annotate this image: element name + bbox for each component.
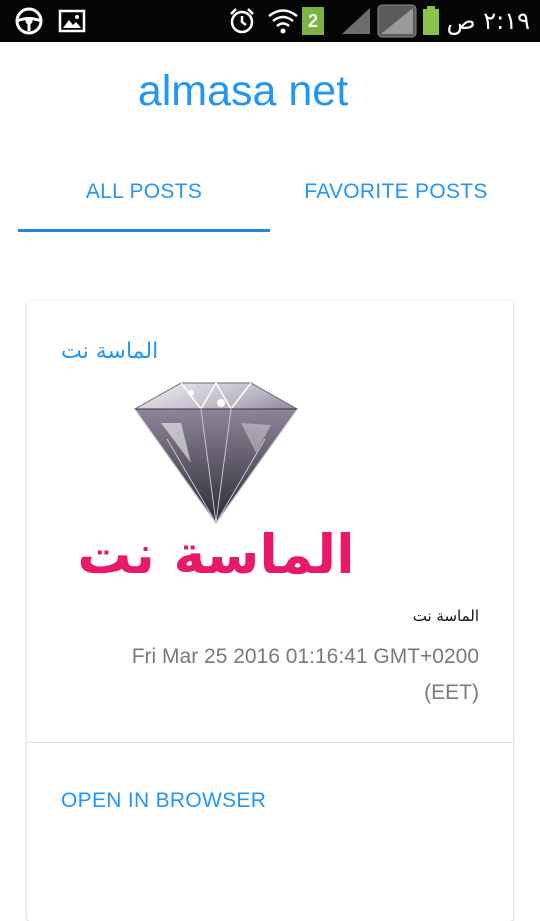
card-divider — [27, 742, 513, 743]
image-icon — [56, 0, 88, 42]
sim-badge: 2 — [300, 0, 326, 42]
app-title: almasa net — [137, 67, 349, 115]
diamond-icon — [134, 381, 298, 524]
status-time: ٢:١٩ ص — [446, 7, 530, 35]
tab-all-posts[interactable]: ALL POSTS — [18, 150, 270, 234]
tab-bar: ALL POSTS FAVORITE POSTS — [0, 150, 540, 234]
alarm-icon — [226, 0, 258, 42]
post-date: Fri Mar 25 2016 01:16:41 GMT+0200 (EET) — [131, 645, 479, 704]
signal-icon — [338, 0, 374, 42]
tab-favorite-posts[interactable]: FAVORITE POSTS — [270, 150, 522, 234]
wifi-icon — [266, 0, 300, 42]
signal-icon-2 — [376, 0, 418, 42]
post-title[interactable]: الماسة نت — [61, 339, 158, 364]
status-bar: 2 ٢:١٩ ص — [0, 0, 540, 42]
post-image-text: الماسة نت — [77, 523, 355, 586]
sim-badge-label: 2 — [302, 7, 324, 35]
post-author: الماسة نت — [412, 607, 479, 625]
steering-wheel-icon — [12, 0, 46, 42]
post-card[interactable]: الماسة نت الماسة نت الماسة نت Fri Mar 25… — [27, 301, 513, 921]
open-in-browser-button[interactable]: OPEN IN BROWSER — [61, 789, 266, 813]
battery-icon — [420, 0, 442, 42]
tab-active-indicator — [18, 229, 270, 232]
